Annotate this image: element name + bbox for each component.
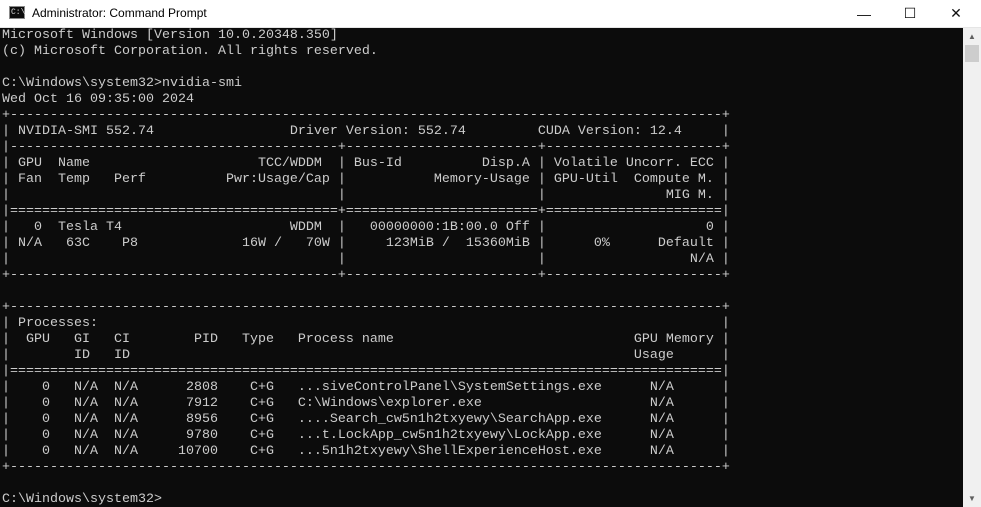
console-line: | N/A 63C P8 16W / 70W | 123MiB / 15360M… — [2, 236, 730, 251]
console-line: Wed Oct 16 09:35:00 2024 — [2, 92, 194, 107]
console-line: | 0 N/A N/A 8956 C+G ....Search_cw5n1h2t… — [2, 412, 730, 427]
console-output[interactable]: Microsoft Windows [Version 10.0.20348.35… — [2, 28, 962, 507]
window-title: Administrator: Command Prompt — [32, 6, 207, 20]
minimize-button[interactable]: — — [841, 0, 887, 27]
console-line: +---------------------------------------… — [2, 300, 730, 315]
console-line: |=======================================… — [2, 364, 730, 379]
vertical-scrollbar[interactable]: ▲ ▼ — [963, 28, 981, 507]
console-line: | Fan Temp Perf Pwr:Usage/Cap | Memory-U… — [2, 172, 730, 187]
console-line: (c) Microsoft Corporation. All rights re… — [2, 44, 378, 59]
cmd-app-icon: C:\ — [9, 6, 26, 19]
console-line: | GPU GI CI PID Type Process name GPU Me… — [2, 332, 730, 347]
console-line: | ID ID Usage | — [2, 348, 730, 363]
console-line: C:\Windows\system32>nvidia-smi — [2, 76, 242, 91]
console-line: | 0 N/A N/A 2808 C+G ...siveControlPanel… — [2, 380, 730, 395]
console-line: +---------------------------------------… — [2, 108, 730, 123]
maximize-button[interactable]: ☐ — [887, 0, 933, 27]
console-line: +---------------------------------------… — [2, 460, 730, 475]
close-button[interactable]: ✕ — [933, 0, 979, 27]
console-line: | 0 N/A N/A 7912 C+G C:\Windows\explorer… — [2, 396, 730, 411]
console-line: Microsoft Windows [Version 10.0.20348.35… — [2, 28, 338, 43]
console-line: |=======================================… — [2, 204, 730, 219]
scroll-up-arrow-icon[interactable]: ▲ — [963, 28, 981, 45]
console-line: | GPU Name TCC/WDDM | Bus-Id Disp.A | Vo… — [2, 156, 730, 171]
console-line: | 0 N/A N/A 10700 C+G ...5n1h2txyewy\She… — [2, 444, 730, 459]
title-bar[interactable]: C:\ Administrator: Command Prompt — ☐ ✕ — [0, 0, 981, 28]
console-line: |---------------------------------------… — [2, 140, 730, 155]
scroll-down-arrow-icon[interactable]: ▼ — [963, 490, 981, 507]
console-line: | NVIDIA-SMI 552.74 Driver Version: 552.… — [2, 124, 730, 139]
console-line: | | | MIG M. | — [2, 188, 730, 203]
console-line: | Processes: | — [2, 316, 730, 331]
console-line: +---------------------------------------… — [2, 268, 730, 283]
scrollbar-thumb[interactable] — [965, 45, 979, 62]
console-line: | 0 N/A N/A 9780 C+G ...t.LockApp_cw5n1h… — [2, 428, 730, 443]
console-line: | 0 Tesla T4 WDDM | 00000000:1B:00.0 Off… — [2, 220, 730, 235]
console-line: | | | N/A | — [2, 252, 730, 267]
console-line: C:\Windows\system32> — [2, 492, 162, 507]
